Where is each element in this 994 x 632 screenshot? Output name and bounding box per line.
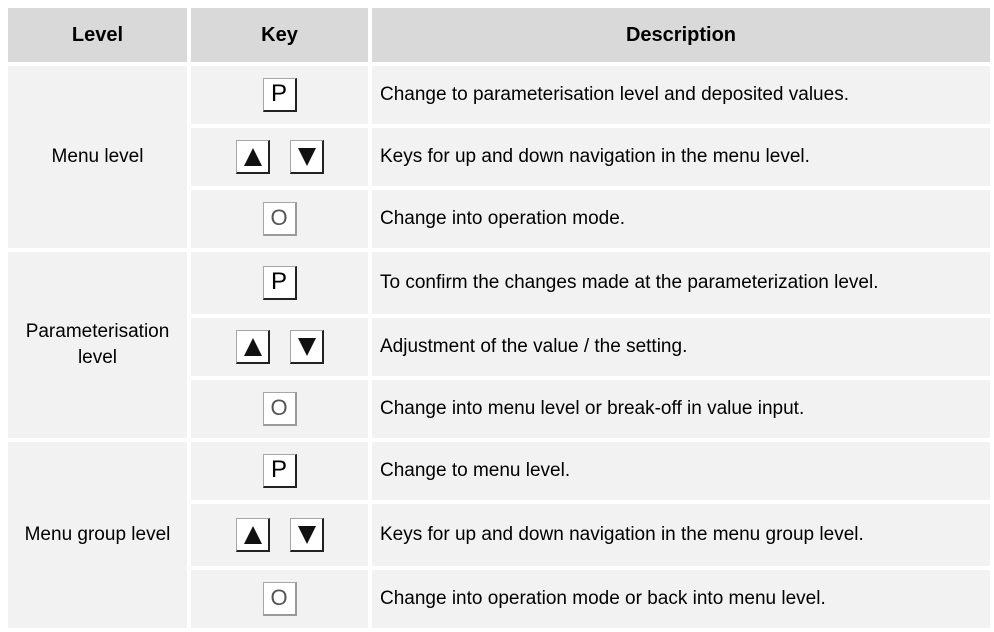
description-cell: Change into operation mode. [368,186,994,252]
o-key-icon: O [262,582,297,616]
header-key: Key [187,4,372,66]
description-cell: Keys for up and down navigation in the m… [368,500,994,570]
table-row: Parameterisation level P To confirm the … [4,248,994,442]
level-cell: Menu level [4,62,191,252]
header-row: Level Key Description [4,4,994,66]
description-cell: Adjustment of the value / the setting. [368,314,994,380]
p-key-icon: P [262,78,297,112]
down-arrow-key-icon [289,330,324,364]
up-arrow-key-icon [235,518,270,552]
table-row: Menu level P Change to parameterisation … [4,62,994,252]
header-level: Level [4,4,191,66]
p-key-icon: P [262,454,297,488]
description-cell: Keys for up and down navigation in the m… [368,124,994,190]
description-cell: Change into menu level or break-off in v… [368,376,994,442]
key-cell [187,314,372,380]
key-cell [187,500,372,570]
header-description: Description [368,4,994,66]
down-arrow-key-icon [289,140,324,174]
key-cell: O [187,566,372,632]
description-cell: Change into operation mode or back into … [368,566,994,632]
p-key-icon: P [262,266,297,300]
up-arrow-key-icon [235,140,270,174]
key-cell: P [187,248,372,318]
o-key-icon: O [262,392,297,426]
level-cell: Menu group level [4,438,191,632]
key-cell: P [187,438,372,504]
key-cell [187,124,372,190]
key-cell: O [187,376,372,442]
o-key-icon: O [262,202,297,236]
description-cell: To confirm the changes made at the param… [368,248,994,318]
level-cell: Parameterisation level [4,248,191,442]
key-cell: P [187,62,372,128]
description-cell: Change to menu level. [368,438,994,504]
down-arrow-key-icon [289,518,324,552]
key-cell: O [187,186,372,252]
up-arrow-key-icon [235,330,270,364]
key-function-table: Level Key Description Menu level P Chang… [4,4,994,632]
table-row: Menu group level P Change to menu level. [4,438,994,632]
description-cell: Change to parameterisation level and dep… [368,62,994,128]
